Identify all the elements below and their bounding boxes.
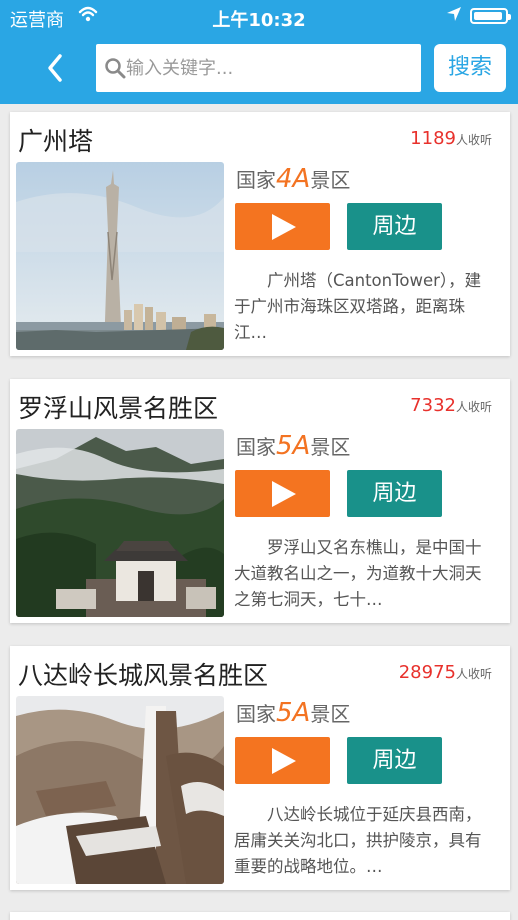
- clock: 上午10:32: [212, 10, 306, 31]
- grade-level: 5A: [276, 431, 311, 461]
- chevron-left-icon[interactable]: [38, 48, 74, 88]
- grade-level: 5A: [276, 698, 311, 728]
- search-input[interactable]: [126, 50, 406, 86]
- count-suffix: 人收听: [455, 133, 492, 147]
- search-button[interactable]: 搜索: [434, 44, 506, 92]
- battery-icon: [470, 8, 511, 24]
- play-button[interactable]: [235, 470, 330, 517]
- scenic-grade: 国家5A景区: [236, 431, 350, 461]
- location-arrow-icon: [447, 7, 461, 21]
- attraction-description: 罗浮山又名东樵山，是中国十大道教名山之一，为道教十大洞天之第七洞天，七十…: [234, 538, 482, 609]
- attraction-photo[interactable]: [16, 162, 224, 350]
- grade-suffix: 景区: [310, 702, 351, 726]
- listen-count: 28975人收听: [399, 662, 492, 683]
- grade-prefix: 国家: [236, 168, 276, 192]
- scenic-grade: 国家4A景区: [236, 164, 350, 194]
- attraction-description: 八达岭长城位于延庆县西南，居庸关关沟北口，拱护陵京，具有重要的战略地位。…: [234, 805, 482, 876]
- count-value: 7332: [410, 395, 456, 416]
- search-box[interactable]: [96, 44, 421, 92]
- listen-count: 1189人收听: [410, 128, 492, 149]
- list-item[interactable]: 罗浮山风景名胜区 7332人收听 国家5A景区 周边 罗浮山又名东樵山，是中国十…: [10, 379, 510, 623]
- attraction-title: 八达岭长城风景名胜区: [18, 661, 269, 690]
- play-button[interactable]: [235, 203, 330, 250]
- grade-suffix: 景区: [310, 435, 351, 459]
- grade-level: 4A: [276, 164, 311, 194]
- count-suffix: 人收听: [455, 667, 492, 681]
- attraction-photo[interactable]: [16, 429, 224, 617]
- list-item[interactable]: 广州塔 1189人收听 国家4A景区 周边 广州塔（CantonTower），建…: [10, 112, 510, 356]
- scenic-grade: 国家5A景区: [236, 698, 350, 728]
- list-item[interactable]: 八达岭长城风景名胜区 28975人收听 国家5A景区 周边 八达岭长城位于延庆县…: [10, 646, 510, 890]
- magnifier-icon: [105, 58, 126, 79]
- grade-prefix: 国家: [236, 702, 276, 726]
- nearby-button[interactable]: 周边: [347, 203, 442, 250]
- count-suffix: 人收听: [455, 400, 492, 414]
- nearby-button[interactable]: 周边: [347, 737, 442, 784]
- grade-prefix: 国家: [236, 435, 276, 459]
- grade-suffix: 景区: [310, 168, 351, 192]
- listen-count: 7332人收听: [410, 395, 492, 416]
- top-header: 运营商 上午10:32 搜索: [0, 0, 518, 104]
- status-bar: 运营商 上午10:32: [0, 0, 518, 34]
- count-value: 1189: [410, 128, 456, 149]
- count-value: 28975: [398, 662, 456, 683]
- attraction-photo[interactable]: [16, 696, 224, 884]
- play-button[interactable]: [235, 737, 330, 784]
- nearby-button[interactable]: 周边: [347, 470, 442, 517]
- attraction-title: 广州塔: [18, 127, 94, 156]
- attraction-description: 广州塔（CantonTower），建于广州市海珠区双塔路，距离珠江…: [234, 271, 482, 342]
- attraction-title: 罗浮山风景名胜区: [18, 394, 219, 423]
- list-item[interactable]: [10, 912, 510, 920]
